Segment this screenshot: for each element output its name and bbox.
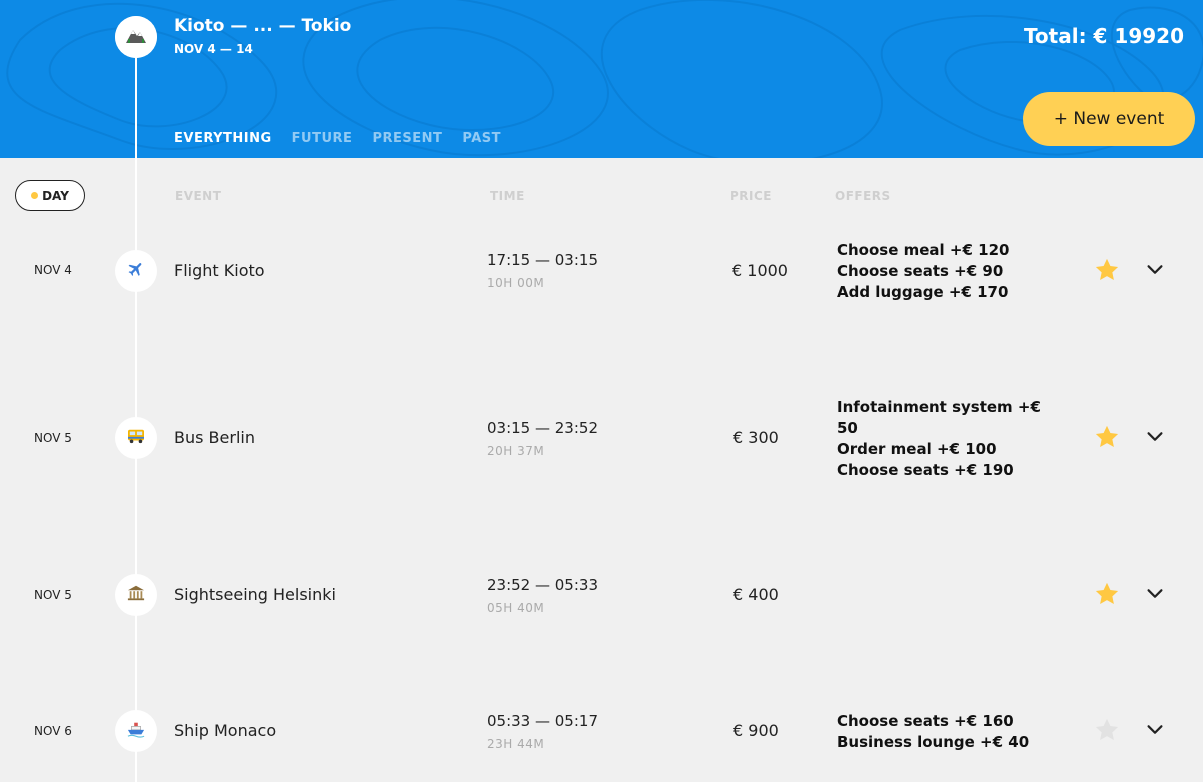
- offer-item: Business lounge +€ 40: [837, 733, 1030, 751]
- offer-item: Order meal +€ 100: [837, 440, 997, 458]
- event-type-icon: [115, 574, 157, 616]
- event-offers: Choose meal +€ 120 Choose seats +€ 90 Ad…: [837, 240, 1052, 303]
- event-date: NOV 5: [34, 588, 72, 602]
- event-type-icon: [115, 710, 157, 752]
- event-name: Ship Monaco: [174, 721, 277, 740]
- filter-future[interactable]: FUTURE: [292, 131, 353, 146]
- favorite-star-icon[interactable]: [1093, 580, 1121, 608]
- event-offers: Infotainment system +€ 50 Order meal +€ …: [837, 397, 1052, 481]
- favorite-star-icon[interactable]: [1093, 423, 1121, 451]
- event-name: Bus Berlin: [174, 428, 255, 447]
- favorite-star-icon[interactable]: [1093, 716, 1121, 744]
- timeline-line: [135, 40, 137, 782]
- event-name: Flight Kioto: [174, 261, 265, 280]
- event-name: Sightseeing Helsinki: [174, 585, 336, 604]
- column-offers[interactable]: OFFERS: [835, 189, 891, 203]
- event-time: 17:15 — 03:15: [487, 251, 598, 269]
- event-time: 05:33 — 05:17: [487, 712, 598, 730]
- offer-item: Choose meal +€ 120: [837, 241, 1010, 259]
- trip-title: Kioto — ... — Tokio: [174, 16, 352, 36]
- event-offers: Choose seats +€ 160 Business lounge +€ 4…: [837, 711, 1052, 753]
- filter-present[interactable]: PRESENT: [372, 131, 442, 146]
- mountain-icon: [125, 26, 147, 48]
- new-event-button[interactable]: + New event: [1023, 92, 1195, 146]
- column-event[interactable]: EVENT: [175, 189, 221, 203]
- bus-icon: [127, 428, 145, 448]
- trip-logo-overlay: [115, 16, 157, 58]
- chevron-down-icon[interactable]: [1144, 426, 1166, 448]
- filter-tabs: EVERYTHING FUTURE PRESENT PAST: [174, 131, 501, 146]
- column-price[interactable]: PRICE: [730, 189, 772, 203]
- offer-item: Infotainment system +€ 50: [837, 398, 1041, 437]
- event-date: NOV 6: [34, 724, 72, 738]
- event-duration: 20H 37M: [487, 444, 545, 458]
- sort-day-label: DAY: [42, 188, 69, 203]
- chevron-down-icon[interactable]: [1144, 259, 1166, 281]
- trip-header: Kioto — ... — Tokio NOV 4 — 14 Total: € …: [0, 0, 1203, 158]
- museum-icon: [127, 584, 145, 606]
- event-duration: 23H 44M: [487, 737, 545, 751]
- event-type-icon: [115, 417, 157, 459]
- filter-everything[interactable]: EVERYTHING: [174, 131, 272, 146]
- chevron-down-icon[interactable]: [1144, 583, 1166, 605]
- event-price: € 300: [733, 428, 779, 447]
- event-price: € 900: [733, 721, 779, 740]
- offer-item: Choose seats +€ 90: [837, 262, 1004, 280]
- offer-item: Choose seats +€ 190: [837, 461, 1014, 479]
- event-date: NOV 5: [34, 431, 72, 445]
- sort-active-dot: [31, 192, 39, 199]
- offer-item: Add luggage +€ 170: [837, 283, 1009, 301]
- event-price: € 1000: [732, 261, 788, 280]
- airplane-icon: [127, 260, 145, 282]
- event-price: € 400: [733, 585, 779, 604]
- event-duration: 05H 40M: [487, 601, 545, 615]
- ship-icon: [127, 720, 145, 742]
- event-type-icon: [115, 250, 157, 292]
- chevron-down-icon[interactable]: [1144, 719, 1166, 741]
- favorite-star-icon[interactable]: [1093, 256, 1121, 284]
- event-time: 23:52 — 05:33: [487, 576, 598, 594]
- total-price: Total: € 19920: [1023, 24, 1184, 48]
- offer-item: Choose seats +€ 160: [837, 712, 1014, 730]
- sort-day-button[interactable]: DAY: [15, 180, 85, 211]
- column-time[interactable]: TIME: [490, 189, 525, 203]
- event-date: NOV 4: [34, 263, 72, 277]
- event-duration: 10H 00M: [487, 276, 545, 290]
- trip-dates: NOV 4 — 14: [174, 42, 253, 56]
- filter-past[interactable]: PAST: [462, 131, 501, 146]
- event-time: 03:15 — 23:52: [487, 419, 598, 437]
